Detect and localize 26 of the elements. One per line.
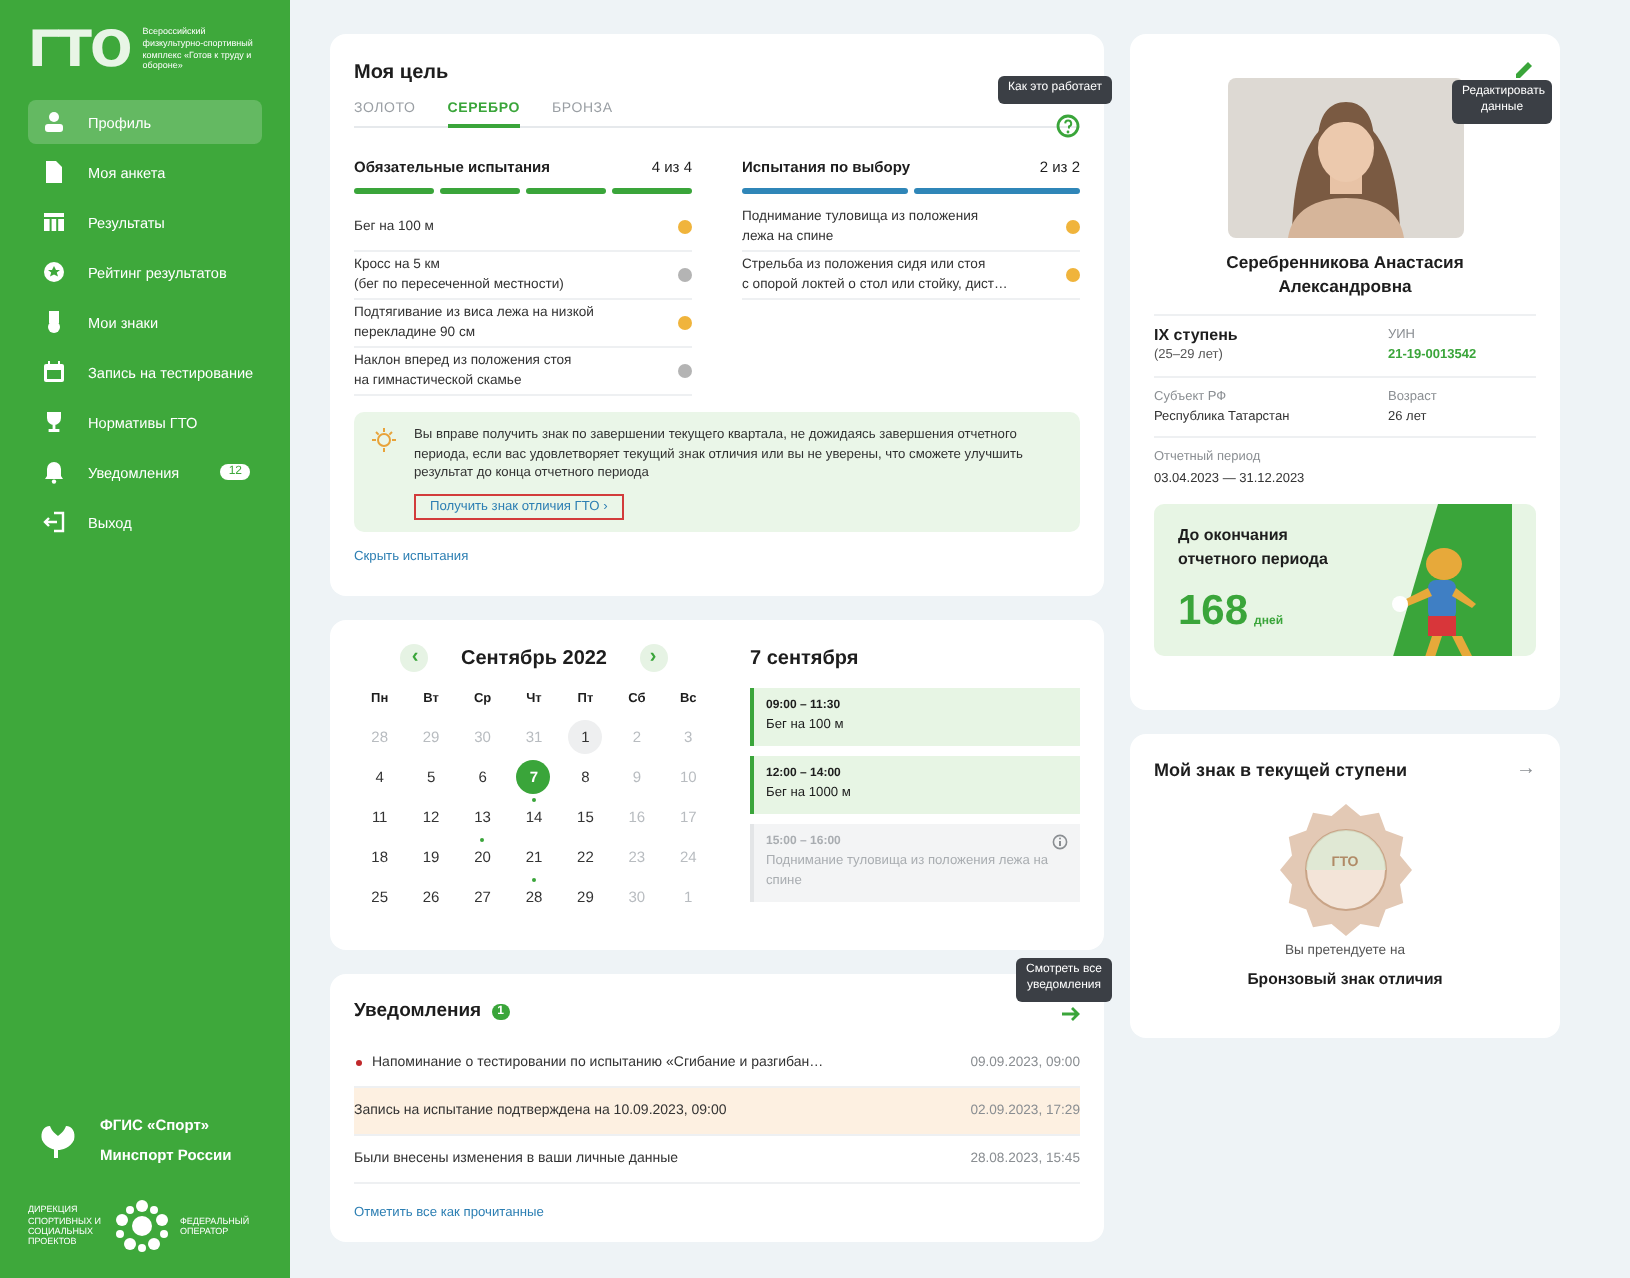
month-title: Сентябрь 2022 (460, 647, 607, 669)
calendar-icon (42, 360, 66, 384)
field-label: IX ступень (1154, 325, 1240, 347)
logo: ГТО (28, 20, 131, 78)
days-count: 168 (1178, 586, 1249, 639)
badge-drawing (1279, 804, 1411, 936)
card-title: Моя цель (354, 62, 451, 84)
arrow-right-icon[interactable] (1060, 1002, 1080, 1026)
person-icon (42, 110, 66, 134)
previous-month-button[interactable]: ‹ (400, 644, 429, 672)
person-name: Серебренникова Анастасия Александровна (1224, 250, 1466, 300)
bell-icon (42, 460, 66, 484)
wreath-logo-icon (114, 1198, 170, 1254)
arrow-link[interactable]: → (1516, 758, 1536, 780)
exit-icon (42, 510, 66, 534)
card-title: Мой знак в текущей ступени (1154, 759, 1408, 779)
medal-icon (42, 310, 66, 334)
help-icon[interactable] (1056, 114, 1080, 138)
date-title: 7 сентября (750, 648, 861, 670)
card-title: Уведомления (354, 1000, 482, 1022)
countdown-title: До окончания отчетного периода (1178, 524, 1330, 571)
trophy-icon (42, 410, 66, 434)
document-icon (42, 160, 66, 184)
table-icon (42, 210, 66, 234)
info-icon (1052, 833, 1068, 850)
next-month-button[interactable]: › (639, 644, 667, 672)
